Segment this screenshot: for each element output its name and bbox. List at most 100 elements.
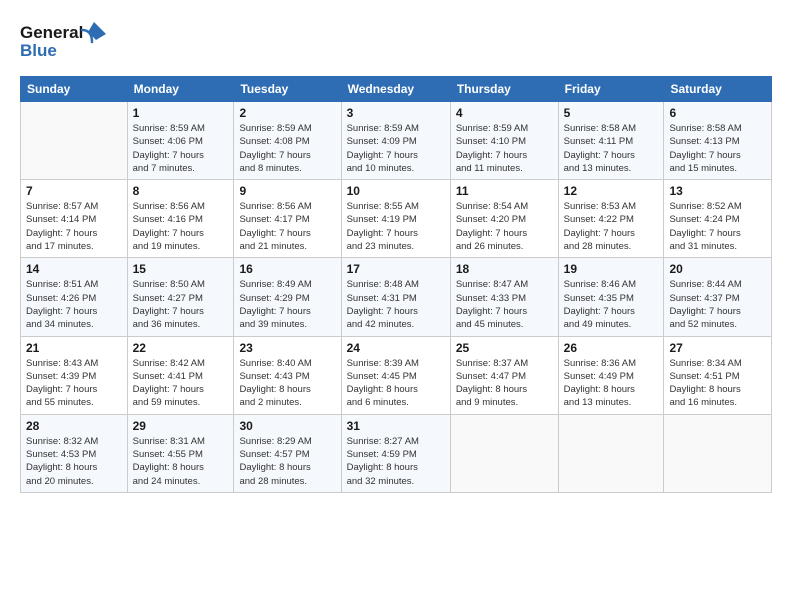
day-info: Sunrise: 8:40 AMSunset: 4:43 PMDaylight:… xyxy=(239,357,335,410)
day-number: 17 xyxy=(347,262,445,276)
day-info: Sunrise: 8:53 AMSunset: 4:22 PMDaylight:… xyxy=(564,200,659,253)
day-info: Sunrise: 8:42 AMSunset: 4:41 PMDaylight:… xyxy=(133,357,229,410)
calendar-cell: 27 Sunrise: 8:34 AMSunset: 4:51 PMDayligh… xyxy=(664,336,772,414)
weekday-header: Sunday xyxy=(21,77,128,102)
day-info: Sunrise: 8:50 AMSunset: 4:27 PMDaylight:… xyxy=(133,278,229,331)
day-info: Sunrise: 8:49 AMSunset: 4:29 PMDaylight:… xyxy=(239,278,335,331)
calendar-cell: 6Sunrise: 8:58 AMSunset: 4:13 PMDaylight… xyxy=(664,102,772,180)
day-info: Sunrise: 8:51 AMSunset: 4:26 PMDaylight:… xyxy=(26,278,122,331)
calendar-cell: 9Sunrise: 8:56 AMSunset: 4:17 PMDaylight… xyxy=(234,180,341,258)
calendar-cell: 10 Sunrise: 8:55 AMSunset: 4:19 PMDayligh… xyxy=(341,180,450,258)
day-info: Sunrise: 8:52 AMSunset: 4:24 PMDaylight:… xyxy=(669,200,766,253)
calendar-week-row: 14 Sunrise: 8:51 AMSunset: 4:26 PMDayligh… xyxy=(21,258,772,336)
svg-text:Blue: Blue xyxy=(20,41,57,60)
day-info: Sunrise: 8:47 AMSunset: 4:33 PMDaylight:… xyxy=(456,278,553,331)
day-number: 23 xyxy=(239,341,335,355)
day-number: 27 xyxy=(669,341,766,355)
calendar-cell: 4 Sunrise: 8:59 AMSunset: 4:10 PMDaylight… xyxy=(450,102,558,180)
weekday-header: Tuesday xyxy=(234,77,341,102)
day-number: 19 xyxy=(564,262,659,276)
day-number: 30 xyxy=(239,419,335,433)
day-number: 15 xyxy=(133,262,229,276)
day-number: 3 xyxy=(347,106,445,120)
calendar-table: SundayMondayTuesdayWednesdayThursdayFrid… xyxy=(20,76,772,493)
calendar-cell: 20Sunrise: 8:44 AMSunset: 4:37 PMDayligh… xyxy=(664,258,772,336)
day-number: 29 xyxy=(133,419,229,433)
calendar-cell: 19 Sunrise: 8:46 AMSunset: 4:35 PMDayligh… xyxy=(558,258,664,336)
calendar-cell: 25Sunrise: 8:37 AMSunset: 4:47 PMDayligh… xyxy=(450,336,558,414)
header-row: SundayMondayTuesdayWednesdayThursdayFrid… xyxy=(21,77,772,102)
calendar-body: 1Sunrise: 8:59 AMSunset: 4:06 PMDaylight… xyxy=(21,102,772,493)
day-info: Sunrise: 8:55 AMSunset: 4:19 PMDaylight:… xyxy=(347,200,445,253)
calendar-cell: 28 Sunrise: 8:32 AMSunset: 4:53 PMDayligh… xyxy=(21,414,128,492)
day-number: 14 xyxy=(26,262,122,276)
day-number: 11 xyxy=(456,184,553,198)
day-number: 4 xyxy=(456,106,553,120)
day-info: Sunrise: 8:31 AMSunset: 4:55 PMDaylight:… xyxy=(133,435,229,488)
day-number: 16 xyxy=(239,262,335,276)
calendar-cell: 11 Sunrise: 8:54 AMSunset: 4:20 PMDayligh… xyxy=(450,180,558,258)
day-info: Sunrise: 8:39 AMSunset: 4:45 PMDaylight:… xyxy=(347,357,445,410)
day-number: 31 xyxy=(347,419,445,433)
day-info: Sunrise: 8:59 AMSunset: 4:08 PMDaylight:… xyxy=(239,122,335,175)
logo-svg: General Blue xyxy=(20,20,110,64)
calendar-week-row: 1Sunrise: 8:59 AMSunset: 4:06 PMDaylight… xyxy=(21,102,772,180)
day-info: Sunrise: 8:34 AMSunset: 4:51 PMDaylight:… xyxy=(669,357,766,410)
weekday-header: Saturday xyxy=(664,77,772,102)
calendar-cell: 24 Sunrise: 8:39 AMSunset: 4:45 PMDayligh… xyxy=(341,336,450,414)
calendar-cell: 22 Sunrise: 8:42 AMSunset: 4:41 PMDayligh… xyxy=(127,336,234,414)
day-info: Sunrise: 8:32 AMSunset: 4:53 PMDaylight:… xyxy=(26,435,122,488)
day-info: Sunrise: 8:27 AMSunset: 4:59 PMDaylight:… xyxy=(347,435,445,488)
calendar-cell: 5Sunrise: 8:58 AMSunset: 4:11 PMDaylight… xyxy=(558,102,664,180)
day-info: Sunrise: 8:46 AMSunset: 4:35 PMDaylight:… xyxy=(564,278,659,331)
calendar-cell xyxy=(450,414,558,492)
day-number: 2 xyxy=(239,106,335,120)
day-info: Sunrise: 8:56 AMSunset: 4:17 PMDaylight:… xyxy=(239,200,335,253)
calendar-week-row: 7Sunrise: 8:57 AMSunset: 4:14 PMDaylight… xyxy=(21,180,772,258)
logo: General Blue xyxy=(20,20,110,64)
calendar-cell: 2 Sunrise: 8:59 AMSunset: 4:08 PMDaylight… xyxy=(234,102,341,180)
day-info: Sunrise: 8:56 AMSunset: 4:16 PMDaylight:… xyxy=(133,200,229,253)
calendar-cell: 3 Sunrise: 8:59 AMSunset: 4:09 PMDaylight… xyxy=(341,102,450,180)
day-number: 20 xyxy=(669,262,766,276)
day-info: Sunrise: 8:57 AMSunset: 4:14 PMDaylight:… xyxy=(26,200,122,253)
day-number: 26 xyxy=(564,341,659,355)
calendar-cell: 13 Sunrise: 8:52 AMSunset: 4:24 PMDayligh… xyxy=(664,180,772,258)
day-info: Sunrise: 8:48 AMSunset: 4:31 PMDaylight:… xyxy=(347,278,445,331)
calendar-cell: 14 Sunrise: 8:51 AMSunset: 4:26 PMDayligh… xyxy=(21,258,128,336)
day-info: Sunrise: 8:59 AMSunset: 4:06 PMDaylight:… xyxy=(133,122,229,175)
calendar-cell: 30Sunrise: 8:29 AMSunset: 4:57 PMDayligh… xyxy=(234,414,341,492)
calendar-cell: 21 Sunrise: 8:43 AMSunset: 4:39 PMDayligh… xyxy=(21,336,128,414)
day-info: Sunrise: 8:37 AMSunset: 4:47 PMDaylight:… xyxy=(456,357,553,410)
calendar-cell: 1Sunrise: 8:59 AMSunset: 4:06 PMDaylight… xyxy=(127,102,234,180)
day-number: 21 xyxy=(26,341,122,355)
calendar-cell xyxy=(21,102,128,180)
calendar-cell: 7Sunrise: 8:57 AMSunset: 4:14 PMDaylight… xyxy=(21,180,128,258)
svg-text:General: General xyxy=(20,23,83,42)
day-number: 22 xyxy=(133,341,229,355)
day-info: Sunrise: 8:43 AMSunset: 4:39 PMDaylight:… xyxy=(26,357,122,410)
weekday-header: Wednesday xyxy=(341,77,450,102)
day-number: 13 xyxy=(669,184,766,198)
calendar-cell: 31 Sunrise: 8:27 AMSunset: 4:59 PMDayligh… xyxy=(341,414,450,492)
calendar-week-row: 21 Sunrise: 8:43 AMSunset: 4:39 PMDayligh… xyxy=(21,336,772,414)
calendar-cell: 26Sunrise: 8:36 AMSunset: 4:49 PMDayligh… xyxy=(558,336,664,414)
calendar-week-row: 28 Sunrise: 8:32 AMSunset: 4:53 PMDayligh… xyxy=(21,414,772,492)
day-number: 12 xyxy=(564,184,659,198)
calendar-cell xyxy=(664,414,772,492)
calendar-cell: 15 Sunrise: 8:50 AMSunset: 4:27 PMDayligh… xyxy=(127,258,234,336)
day-info: Sunrise: 8:59 AMSunset: 4:10 PMDaylight:… xyxy=(456,122,553,175)
day-info: Sunrise: 8:59 AMSunset: 4:09 PMDaylight:… xyxy=(347,122,445,175)
day-info: Sunrise: 8:54 AMSunset: 4:20 PMDaylight:… xyxy=(456,200,553,253)
calendar-cell: 8Sunrise: 8:56 AMSunset: 4:16 PMDaylight… xyxy=(127,180,234,258)
weekday-header: Friday xyxy=(558,77,664,102)
calendar-cell xyxy=(558,414,664,492)
day-number: 24 xyxy=(347,341,445,355)
calendar-cell: 16 Sunrise: 8:49 AMSunset: 4:29 PMDayligh… xyxy=(234,258,341,336)
day-number: 10 xyxy=(347,184,445,198)
day-number: 28 xyxy=(26,419,122,433)
calendar-cell: 29 Sunrise: 8:31 AMSunset: 4:55 PMDayligh… xyxy=(127,414,234,492)
calendar-header: SundayMondayTuesdayWednesdayThursdayFrid… xyxy=(21,77,772,102)
calendar-cell: 23 Sunrise: 8:40 AMSunset: 4:43 PMDayligh… xyxy=(234,336,341,414)
day-number: 5 xyxy=(564,106,659,120)
